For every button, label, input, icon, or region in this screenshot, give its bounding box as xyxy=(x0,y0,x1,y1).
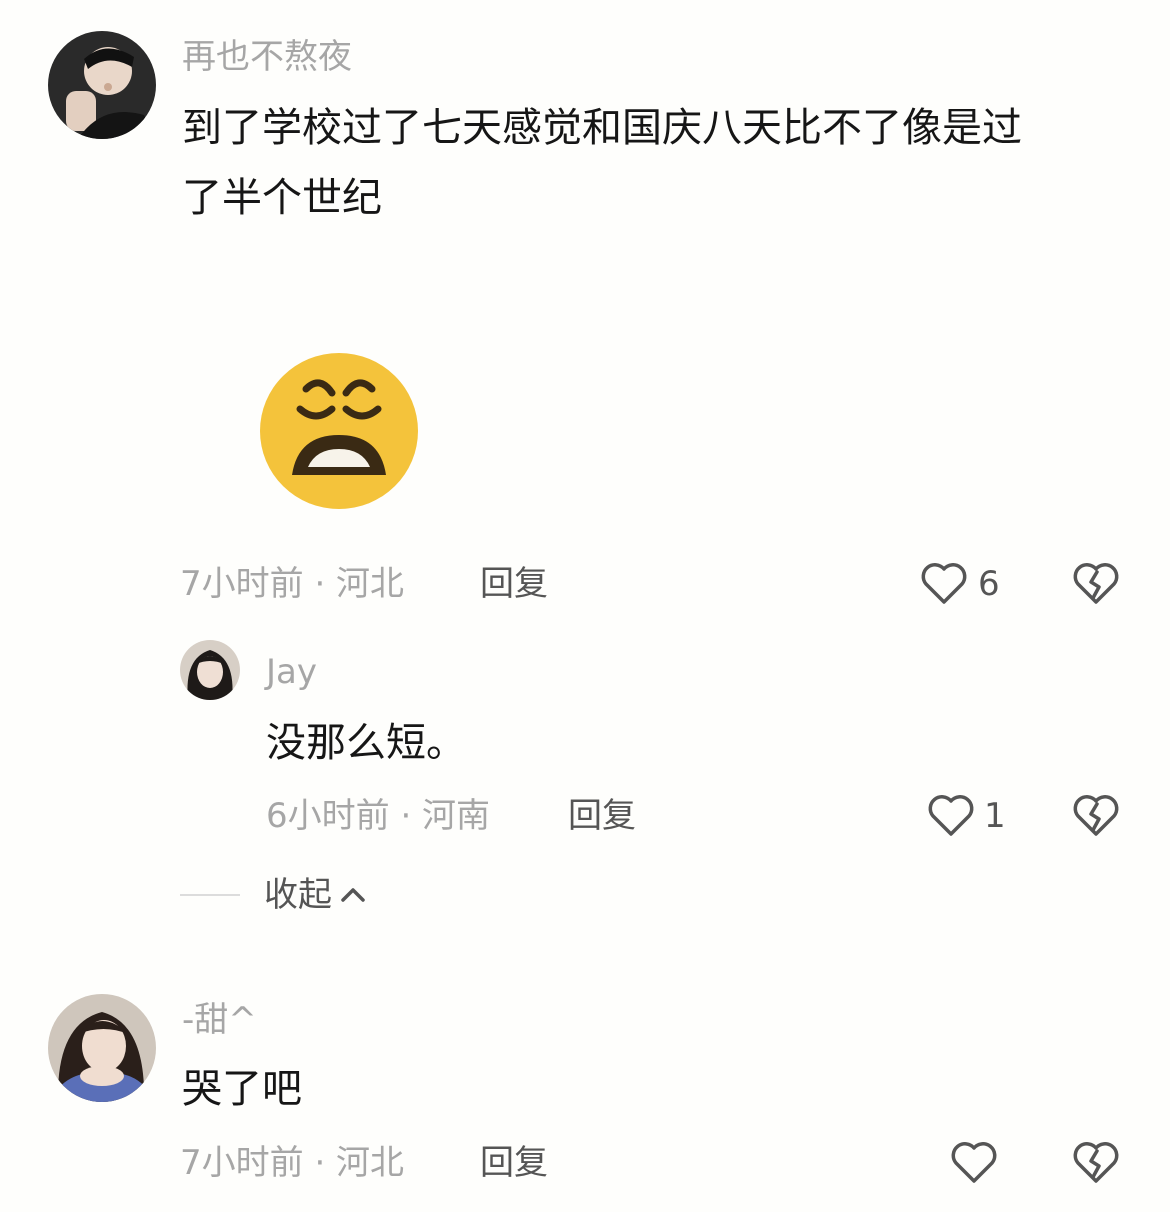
reply-username[interactable]: Jay xyxy=(266,652,317,692)
broken-heart-icon[interactable] xyxy=(1072,792,1120,838)
comment-text: 了半个世纪 xyxy=(182,175,382,221)
heart-outline-icon[interactable] xyxy=(950,1139,998,1185)
comment-time-location: 7小时前 · 河北 xyxy=(180,1143,405,1183)
comment-text: 到了学校过了七天感觉和国庆八天比不了像是过 xyxy=(182,105,1022,151)
collapse-label: 收起 xyxy=(264,875,332,915)
reply-button[interactable]: 回复 xyxy=(568,796,636,836)
chevron-up-icon xyxy=(340,885,366,905)
comment-username[interactable]: -甜^ xyxy=(182,1000,257,1040)
avatar[interactable] xyxy=(48,31,156,139)
heart-outline-icon[interactable] xyxy=(927,792,975,838)
reply-button[interactable]: 回复 xyxy=(480,564,548,604)
comment-text: 哭了吧 xyxy=(182,1066,302,1112)
reply-text: 没那么短。 xyxy=(266,720,466,766)
weary-face-emoji xyxy=(258,351,420,511)
reply-button[interactable]: 回复 xyxy=(480,1143,548,1183)
like-count: 1 xyxy=(984,796,1006,836)
like-count: 6 xyxy=(978,564,1000,604)
comment-time-location: 7小时前 · 河北 xyxy=(180,564,405,604)
collapse-divider xyxy=(180,894,240,896)
reply-avatar[interactable] xyxy=(180,640,240,700)
broken-heart-icon[interactable] xyxy=(1072,560,1120,606)
heart-outline-icon[interactable] xyxy=(920,560,968,606)
comment-username[interactable]: 再也不熬夜 xyxy=(182,37,352,77)
broken-heart-icon[interactable] xyxy=(1072,1139,1120,1185)
reply-time-location: 6小时前 · 河南 xyxy=(266,796,491,836)
collapse-button[interactable]: 收起 xyxy=(264,875,366,915)
avatar[interactable] xyxy=(48,994,156,1102)
